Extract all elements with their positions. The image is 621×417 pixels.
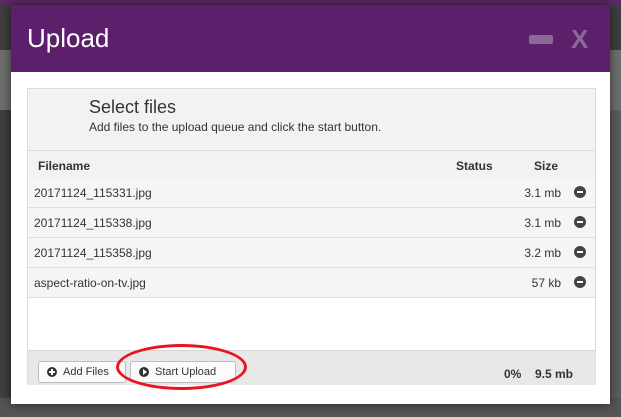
remove-file-icon[interactable] <box>574 186 586 198</box>
uploader-panel: Select files Add files to the upload que… <box>27 88 596 385</box>
add-files-label: Add Files <box>63 366 109 378</box>
file-name: 20171124_115331.jpg <box>34 186 152 200</box>
file-name: aspect-ratio-on-tv.jpg <box>34 276 146 290</box>
remove-file-icon[interactable] <box>574 216 586 228</box>
upload-progress-percent: 0% <box>504 367 522 381</box>
add-files-button[interactable]: Add Files <box>38 361 126 383</box>
minimize-icon[interactable] <box>529 35 553 44</box>
column-filename: Filename <box>38 159 91 173</box>
file-name: 20171124_115338.jpg <box>34 216 152 230</box>
file-name: 20171124_115358.jpg <box>34 246 152 260</box>
file-size: 3.1 mb <box>524 216 561 230</box>
file-size: 57 kb <box>531 276 561 290</box>
remove-file-icon[interactable] <box>574 246 586 258</box>
plus-circle-icon <box>47 367 57 377</box>
dialog-titlebar: Upload X <box>11 5 610 72</box>
close-icon[interactable]: X <box>571 24 588 54</box>
select-files-description: Add files to the upload queue and click … <box>89 120 382 134</box>
column-status: Status <box>456 159 493 173</box>
file-size: 3.1 mb <box>524 186 561 200</box>
upload-dialog: Upload X Select files Add files to the u… <box>11 5 610 404</box>
dialog-title: Upload <box>27 23 110 53</box>
highlight-annotation <box>116 344 247 390</box>
file-list: 20171124_115331.jpg 3.1 mb 20171124_1153… <box>28 178 595 350</box>
column-size: Size <box>534 159 559 173</box>
file-row: 20171124_115331.jpg 3.1 mb <box>28 178 595 208</box>
file-row: 20171124_115358.jpg 3.2 mb <box>28 238 595 268</box>
total-size: 9.5 mb <box>535 367 574 381</box>
file-row: 20171124_115338.jpg 3.1 mb <box>28 208 595 238</box>
file-row: aspect-ratio-on-tv.jpg 57 kb <box>28 268 595 298</box>
file-list-header: Filename Status Size <box>28 150 595 179</box>
file-size: 3.2 mb <box>524 246 561 260</box>
uploader-header: Select files Add files to the upload que… <box>28 89 595 150</box>
select-files-heading: Select files <box>89 97 177 117</box>
uploader-footer: Add Files Start Upload 0% 9.5 mb <box>28 350 595 385</box>
remove-file-icon[interactable] <box>574 276 586 288</box>
